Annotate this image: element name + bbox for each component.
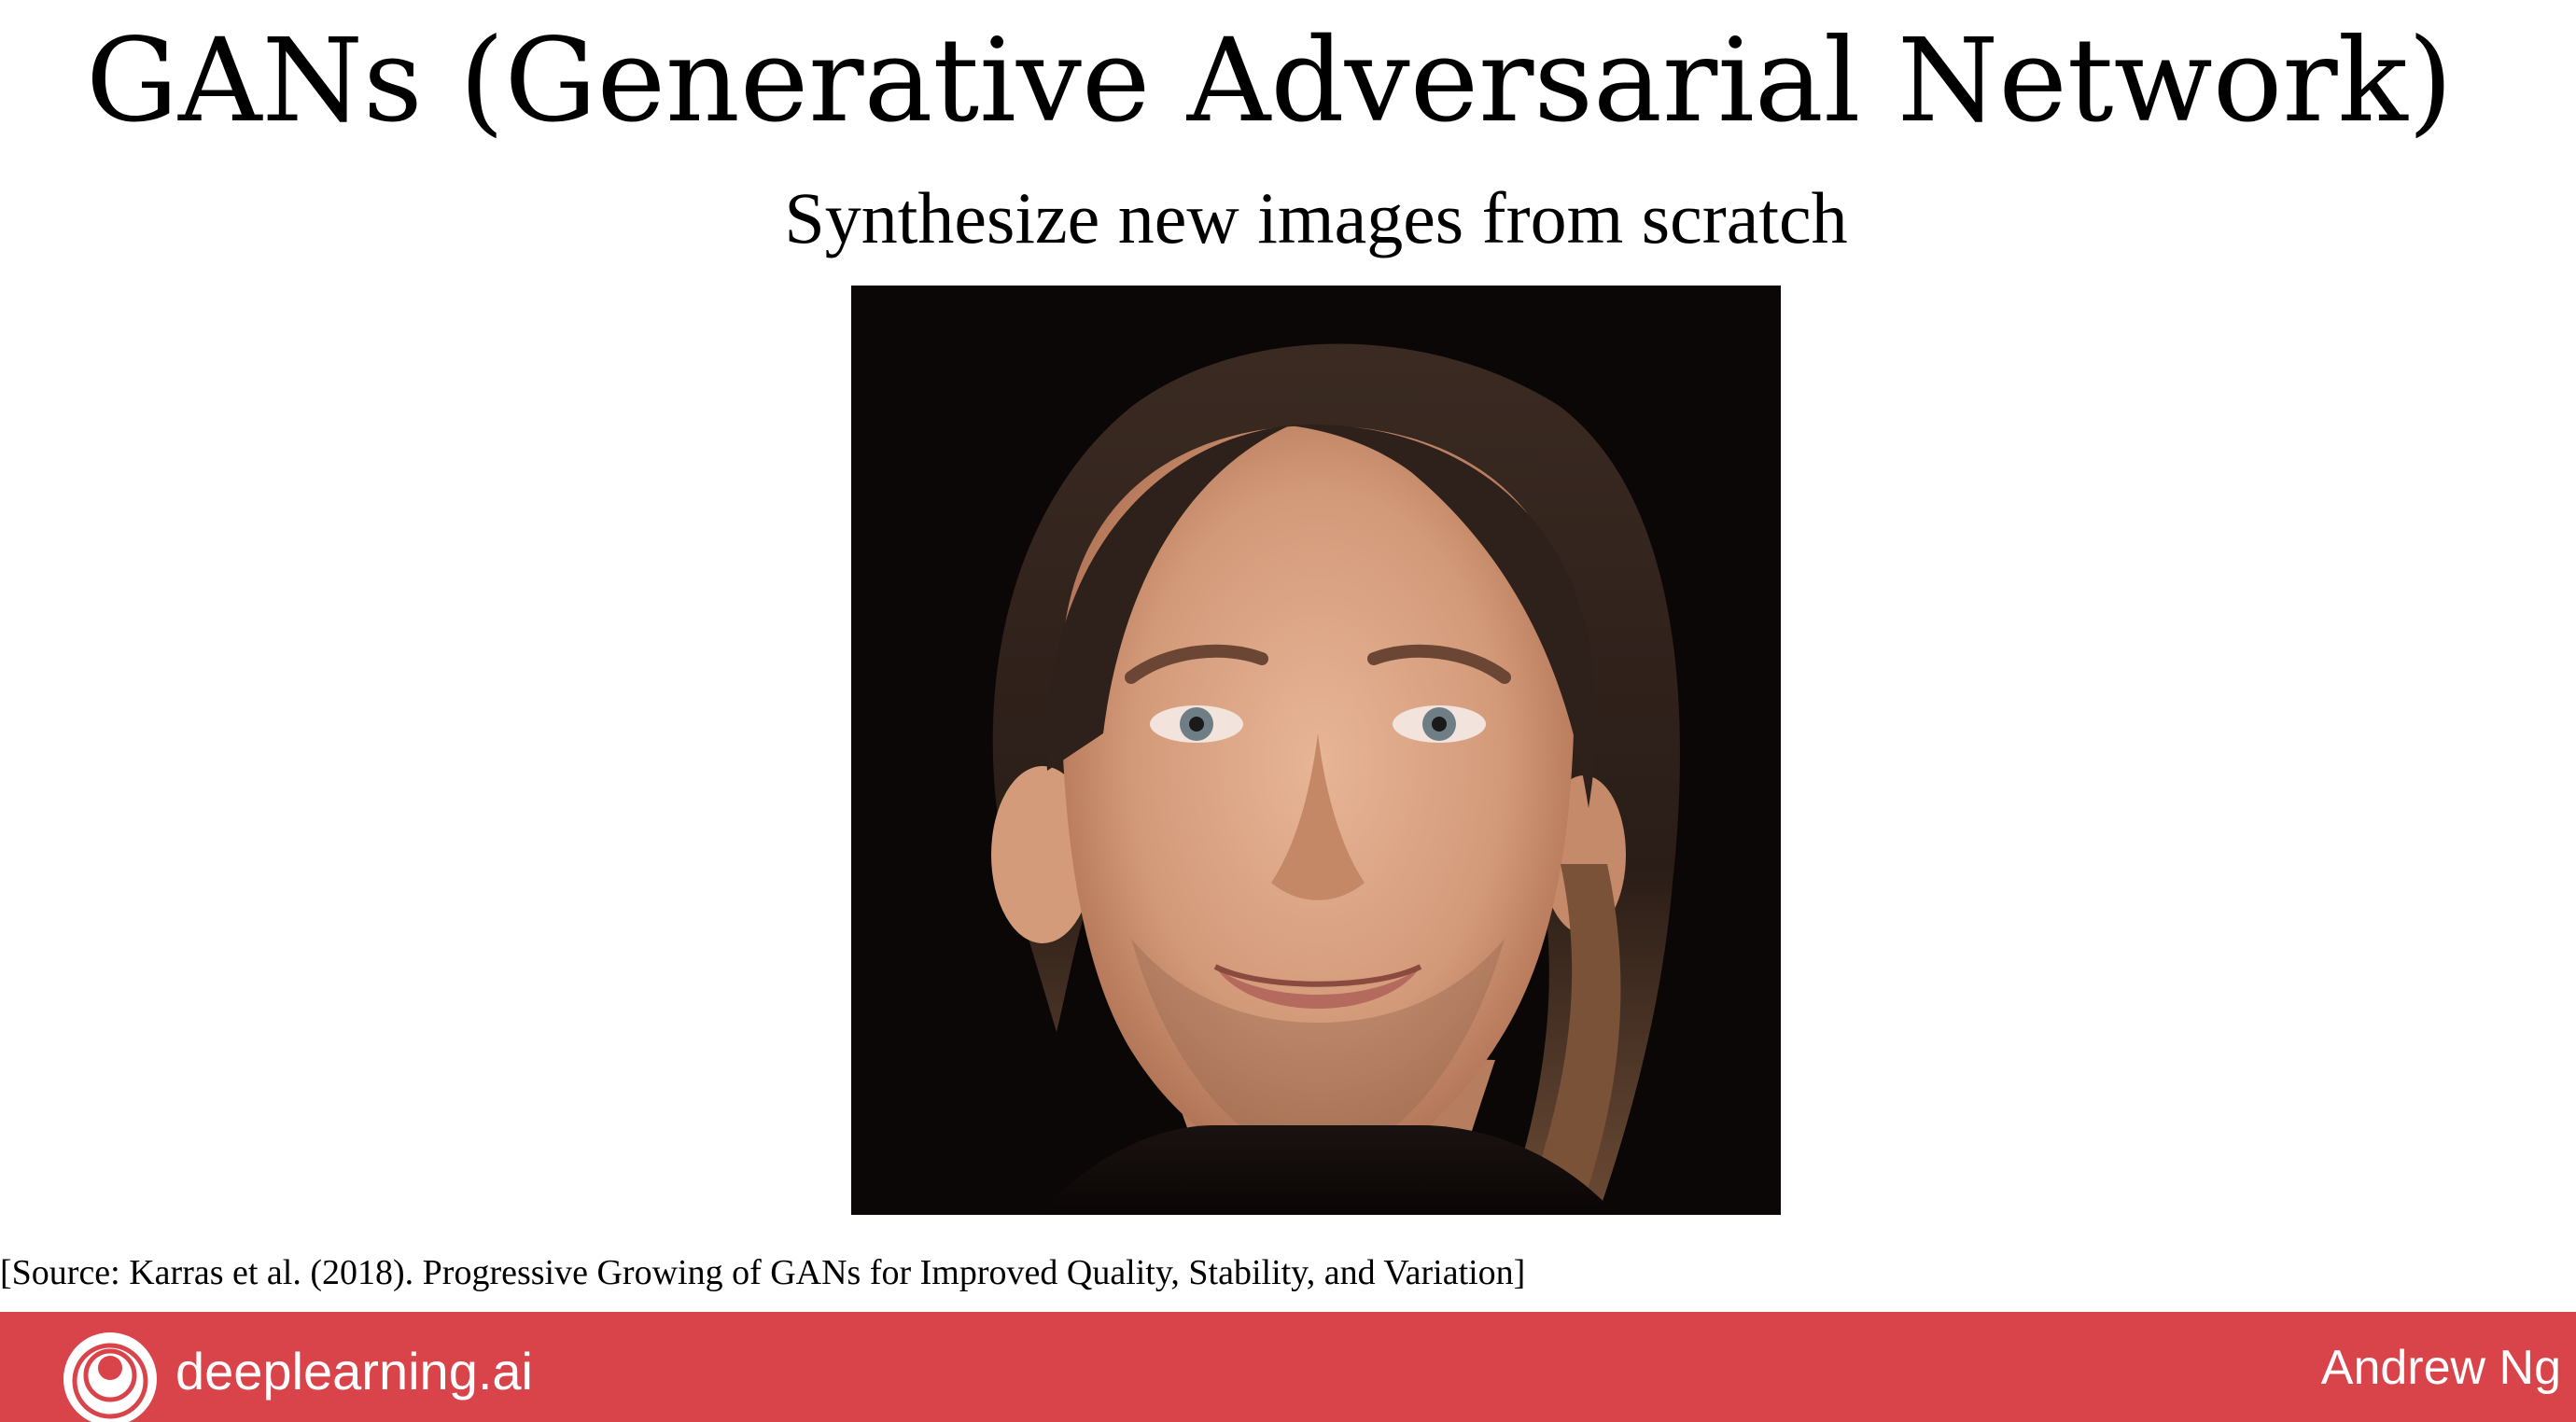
slide-subtitle: Synthesize new images from scratch [784, 177, 1848, 258]
generated-face-image [851, 286, 1781, 1215]
source-citation: [Source: Karras et al. (2018). Progressi… [0, 1253, 1526, 1292]
slide: GANs (Generative Adversarial Network) Sy… [0, 0, 2576, 1422]
slide-title: GANs (Generative Adversarial Network) [86, 14, 2454, 148]
deeplearning-ai-logo-icon [63, 1332, 157, 1422]
author-name: Andrew Ng [2320, 1341, 2561, 1395]
footer-bar: deeplearning.ai Andrew Ng [0, 1312, 2576, 1422]
brand-name: deeplearning.ai [175, 1342, 533, 1401]
